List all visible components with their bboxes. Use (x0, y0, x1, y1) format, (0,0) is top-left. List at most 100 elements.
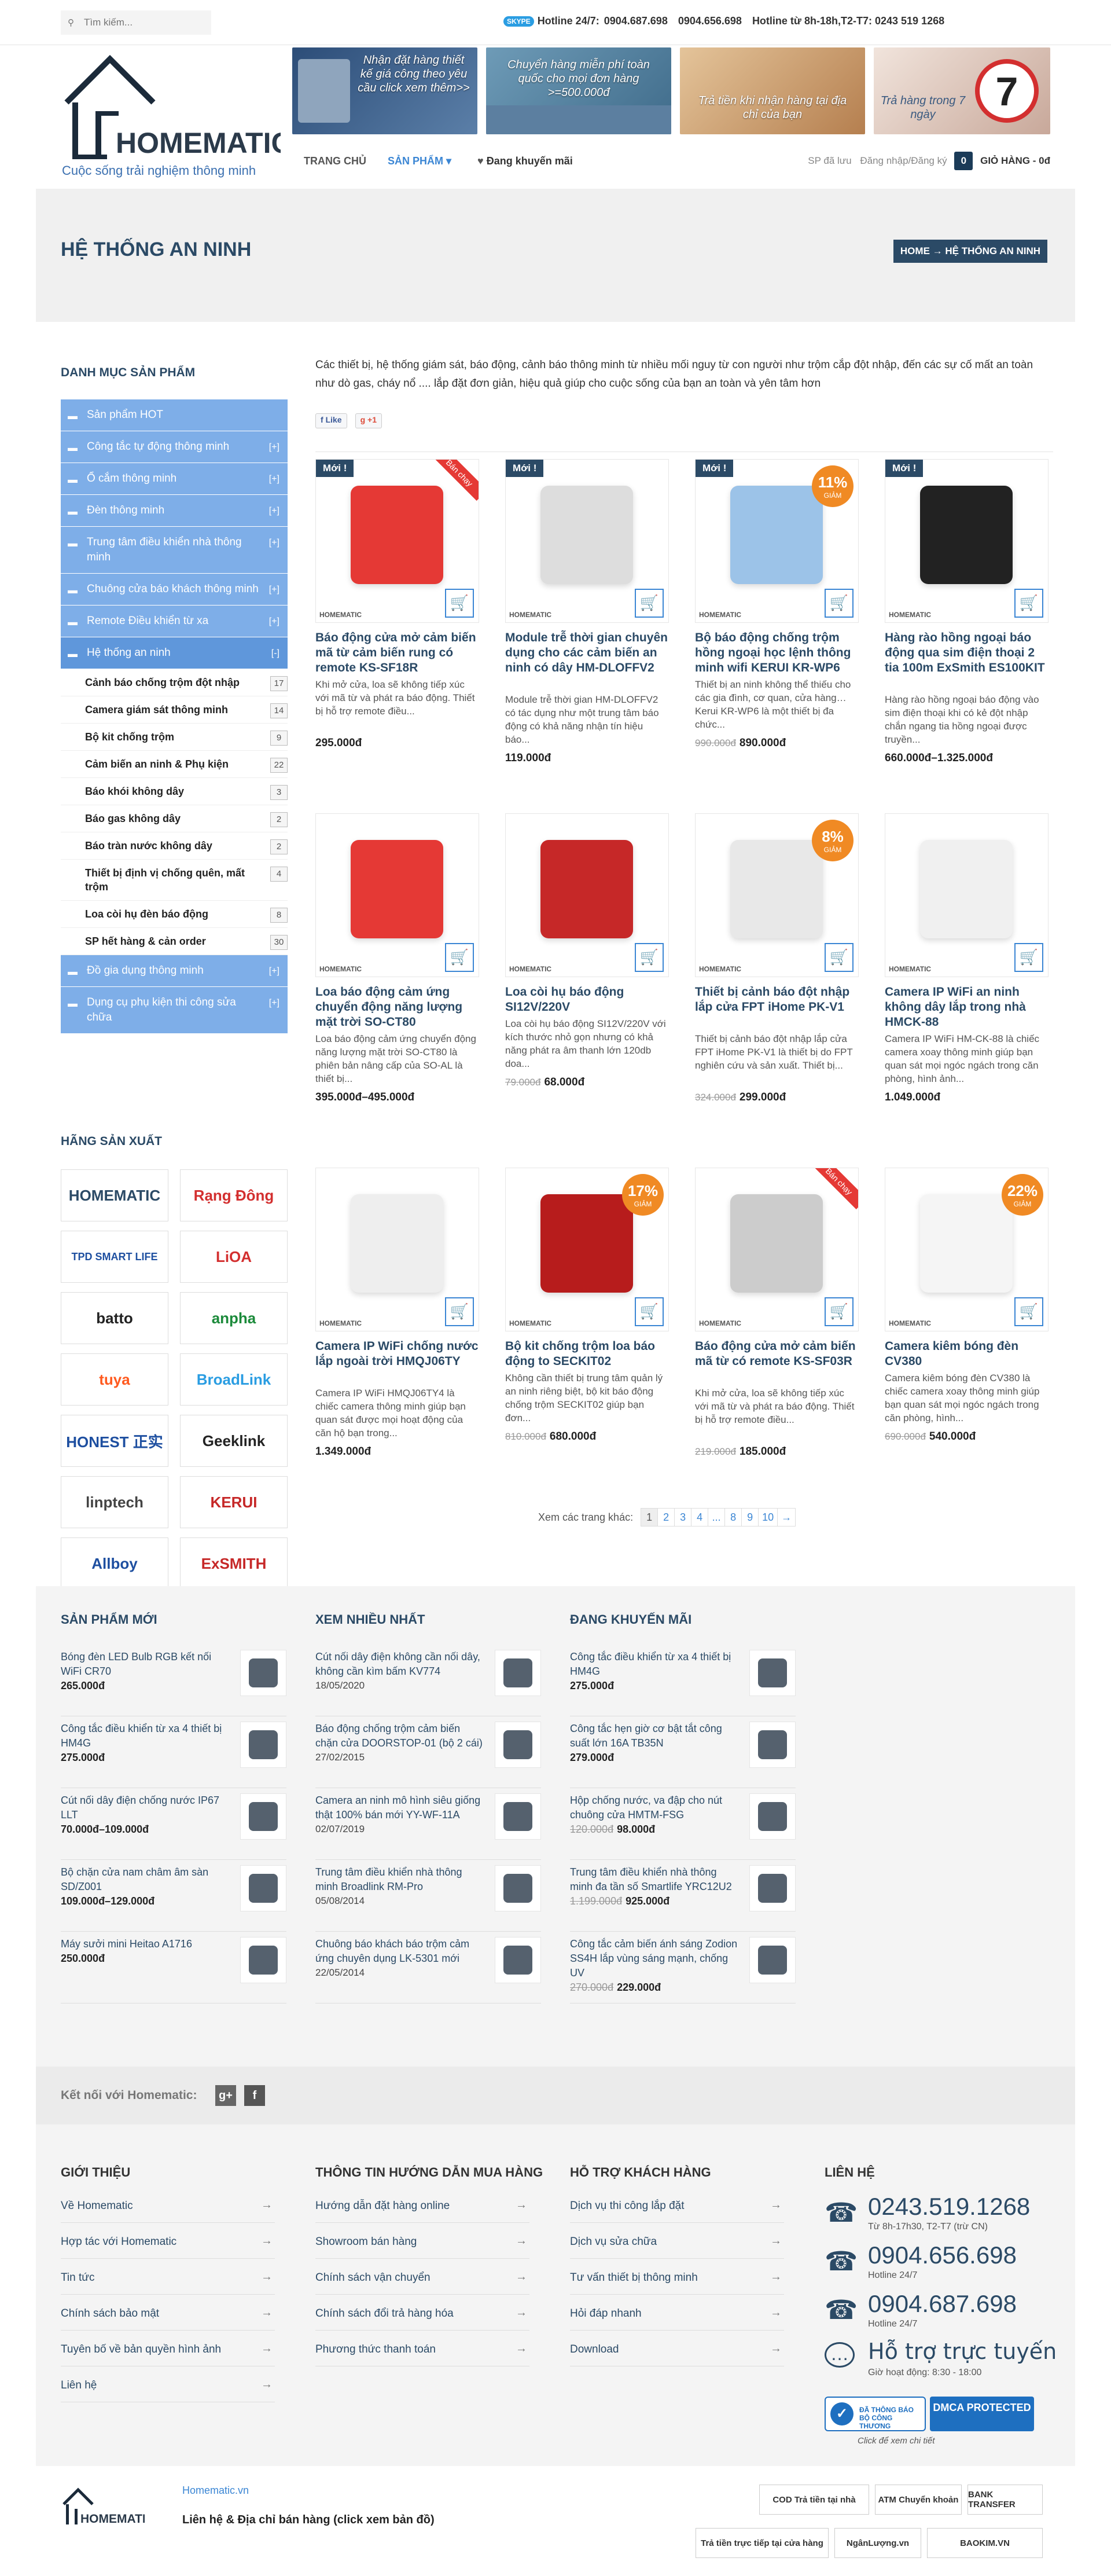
widget-item[interactable]: Bộ chặn cửa nam châm âm sàn SD/Z001 109.0… (61, 1865, 286, 1929)
category-item[interactable]: ▬ Trung tâm điều khiển nhà thông minh [+] (61, 527, 288, 574)
widget-item-name[interactable]: Bóng đèn LED Bulb RGB kết nối WiFi CR70 (61, 1650, 229, 1679)
contact-phone[interactable]: ☎ 0243.519.1268 Từ 8h-17h30, T2-T7 (trừ CN… (825, 2193, 1056, 2239)
category-item[interactable]: ▬ Đồ gia dụng thông minh [+] (61, 955, 288, 987)
cart-link[interactable]: GIỎ HÀNG - 0đ (980, 155, 1050, 166)
widget-item-name[interactable]: Công tắc hẹn giờ cơ bật tắt công suất lớ… (570, 1722, 738, 1751)
brand-logo[interactable]: anpha (180, 1292, 288, 1344)
expand-toggle[interactable]: [+] (269, 964, 279, 979)
contact-phone[interactable]: ☎ 0904.656.698 Hotline 24/7 (825, 2241, 1056, 2288)
widget-item-name[interactable]: Trung tâm điều khiển nhà thông minh Broa… (315, 1865, 483, 1894)
product-card[interactable]: HOMEMATIC 🛒 Camera IP WiFi chống nước lắp … (315, 1161, 480, 1508)
site-logo[interactable]: HOMEMATIC Cuộc sống trải nghiệm thông mi… (61, 47, 292, 181)
add-to-cart-icon[interactable]: 🛒 (445, 943, 474, 972)
footer-link[interactable]: Về Homematic → (61, 2188, 275, 2223)
subcategory-item[interactable]: Loa còi hụ đèn báo động 8 (61, 901, 288, 928)
page-link[interactable]: 4 (691, 1508, 709, 1526)
facebook-like-button[interactable]: f Like (315, 413, 347, 428)
footer-logo[interactable]: HOMEMATIC (61, 2481, 145, 2533)
product-card[interactable]: HOMEMATIC 🛒 Camera IP WiFi an ninh không d… (885, 806, 1050, 1154)
footer-link[interactable]: Tuyên bố về bản quyền hình ảnh → (61, 2332, 275, 2366)
product-image[interactable]: HOMEMATIC 8% GIẢM 🛒 (695, 813, 859, 977)
brand-logo[interactable]: Allboy (61, 1537, 168, 1590)
widget-item[interactable]: Hộp chống nước, va đập cho nút chuông cử… (570, 1793, 796, 1857)
widget-thumbnail[interactable] (495, 1865, 541, 1911)
product-name[interactable]: Loa còi hụ báo động SI12V/220V (505, 985, 669, 1015)
product-card[interactable]: HOMEMATIC Mới ! 🛒 Hàng rào hồng ngoại báo đ… (885, 452, 1050, 799)
widget-thumbnail[interactable] (749, 1722, 796, 1768)
site-url[interactable]: Homematic.vn (182, 2485, 249, 2497)
widget-thumbnail[interactable] (495, 1937, 541, 1983)
widget-item[interactable]: Công tắc điều khiển từ xa 4 thiết bị HM4… (61, 1722, 286, 1785)
subcategory-item[interactable]: Báo gas không dây 2 (61, 805, 288, 832)
product-image[interactable]: HOMEMATIC 22% GIẢM 🛒 (885, 1168, 1049, 1331)
brand-logo[interactable]: Geeklink (180, 1415, 288, 1467)
widget-item[interactable]: Công tắc cảm biến ánh sáng Zodion SS4H l… (570, 1937, 796, 2001)
phone-number[interactable]: 0904.656.698 (868, 2241, 1017, 2269)
widget-item-name[interactable]: Hộp chống nước, va đập cho nút chuông cử… (570, 1793, 738, 1822)
phone-number[interactable]: 0904.687.698 (868, 2290, 1017, 2318)
page-link[interactable]: 3 (674, 1508, 692, 1526)
banner-custom-order[interactable]: Nhận đặt hàng thiết kế giá công theo yêu… (292, 47, 477, 134)
product-image[interactable]: HOMEMATIC 🛒 (505, 813, 669, 977)
banner-return[interactable]: 7 Trả hàng trong 7 ngày (874, 47, 1050, 134)
add-to-cart-icon[interactable]: 🛒 (635, 589, 664, 618)
page-link[interactable]: 2 (657, 1508, 675, 1526)
hotline-2[interactable]: 0904.656.698 (678, 15, 742, 27)
footer-link[interactable]: Tư vấn thiết bị thông minh → (570, 2260, 784, 2295)
widget-item[interactable]: Chuông báo khách báo trộm cảm ứng chuyên… (315, 1937, 541, 2001)
product-name[interactable]: Báo động cửa mở cảm biến mã từ cảm biến … (315, 630, 479, 676)
footer-link[interactable]: Chính sách đổi trả hàng hóa → (315, 2296, 529, 2331)
address-link[interactable]: Liên hệ & Địa chỉ bán hàng (click xem bả… (182, 2513, 435, 2527)
brand-logo[interactable]: batto (61, 1292, 168, 1344)
footer-link[interactable]: Showroom bán hàng → (315, 2224, 529, 2259)
product-image[interactable]: HOMEMATIC Mới ! 🛒 (885, 459, 1049, 623)
expand-toggle[interactable]: [+] (269, 472, 279, 487)
brand-logo[interactable]: linptech (61, 1476, 168, 1528)
product-image[interactable]: HOMEMATIC 🛒 (315, 1168, 479, 1331)
widget-thumbnail[interactable] (495, 1722, 541, 1768)
add-to-cart-icon[interactable]: 🛒 (825, 589, 854, 618)
product-card[interactable]: HOMEMATIC Bán chạy 🛒 Báo động cửa mở cảm bi… (695, 1161, 860, 1508)
add-to-cart-icon[interactable]: 🛒 (635, 943, 664, 972)
product-name[interactable]: Bộ báo động chống trộm hồng ngoại học lệ… (695, 630, 859, 676)
widget-thumbnail[interactable] (495, 1650, 541, 1696)
product-card[interactable]: HOMEMATIC 🛒 Loa còi hụ báo động SI12V/220V… (505, 806, 670, 1154)
nav-home[interactable]: TRANG CHỦ (304, 155, 366, 167)
widget-item-name[interactable]: Công tắc cảm biến ánh sáng Zodion SS4H l… (570, 1937, 738, 1980)
banner-cod[interactable]: Trả tiền khi nhận hàng tại địa chỉ của b… (680, 47, 865, 134)
widget-item-name[interactable]: Cút nối dây điện chống nước IP67 LLT (61, 1793, 229, 1822)
footer-link[interactable]: Dịch vụ sửa chữa → (570, 2224, 784, 2259)
widget-item[interactable]: Công tắc điều khiển từ xa 4 thiết bị HM4… (570, 1650, 796, 1713)
widget-thumbnail[interactable] (749, 1865, 796, 1911)
product-image[interactable]: HOMEMATIC Mới ! Bán chạy 🛒 (315, 459, 479, 623)
footer-link[interactable]: Hỏi đáp nhanh → (570, 2296, 784, 2331)
product-image[interactable]: HOMEMATIC 🛒 (885, 813, 1049, 977)
product-name[interactable]: Camera IP WiFi chống nước lắp ngoài trời… (315, 1339, 479, 1369)
product-card[interactable]: HOMEMATIC 22% GIẢM 🛒 Camera kiêm bóng đèn CV… (885, 1161, 1050, 1508)
expand-toggle[interactable]: [+] (269, 996, 279, 1011)
product-card[interactable]: HOMEMATIC Mới ! 🛒 Module trễ thời gian chuy… (505, 452, 670, 799)
widget-item-name[interactable]: Bộ chặn cửa nam châm âm sàn SD/Z001 (61, 1865, 229, 1894)
saved-link[interactable]: SP đã lưu (808, 155, 851, 166)
facebook-icon[interactable]: f (244, 2085, 265, 2106)
footer-link[interactable]: Hợp tác với Homematic → (61, 2224, 275, 2259)
brand-logo[interactable]: tuya (61, 1353, 168, 1406)
search-box[interactable]: ⚲ (61, 10, 211, 35)
product-name[interactable]: Bộ kit chống trộm loa báo động to SECKIT… (505, 1339, 669, 1369)
subcategory-item[interactable]: Báo tràn nước không dây 2 (61, 832, 288, 860)
page-link[interactable]: ... (708, 1508, 726, 1526)
expand-toggle[interactable]: [-] (271, 646, 279, 661)
widget-item-name[interactable]: Máy sưởi mini Heitao A1716 (61, 1937, 229, 1951)
subcategory-item[interactable]: Camera giám sát thông minh 14 (61, 696, 288, 724)
add-to-cart-icon[interactable]: 🛒 (825, 1297, 854, 1326)
product-name[interactable]: Loa báo động cảm ứng chuyển động năng lư… (315, 985, 479, 1030)
footer-link[interactable]: Chính sách bảo mật → (61, 2296, 275, 2331)
expand-toggle[interactable]: [+] (269, 440, 279, 455)
nav-promo[interactable]: ♥ Đang khuyến mãi (477, 155, 573, 167)
category-item[interactable]: ▬ Remote Điều khiển từ xa [+] (61, 606, 288, 637)
product-card[interactable]: HOMEMATIC 8% GIẢM 🛒 Thiết bị cảnh báo đột nh… (695, 806, 860, 1154)
account-link[interactable]: Đăng nhập/Đăng ký (860, 155, 947, 166)
footer-link[interactable]: Liên hệ → (61, 2368, 275, 2402)
widget-item[interactable]: Báo động chống trộm cảm biến chặn cửa DO… (315, 1722, 541, 1785)
product-image[interactable]: HOMEMATIC 17% GIẢM 🛒 (505, 1168, 669, 1331)
